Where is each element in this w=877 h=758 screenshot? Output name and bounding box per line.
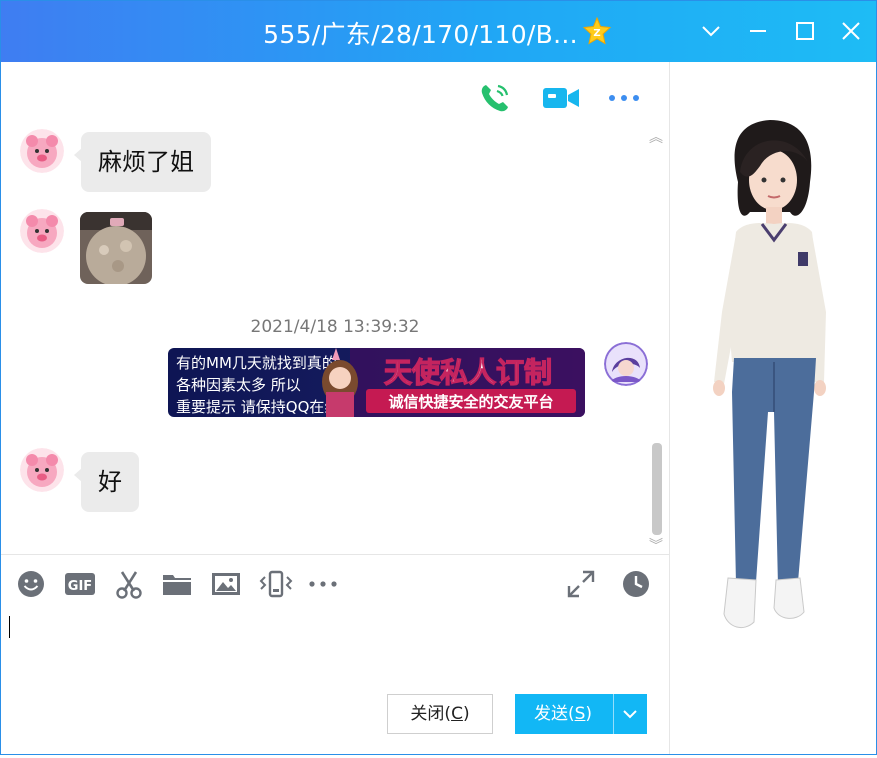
svg-text:GIF: GIF [68,579,92,594]
more-tools-icon[interactable] [308,569,338,599]
send-button[interactable]: 发送(S) [515,694,647,734]
gif-icon[interactable]: GIF [65,569,95,599]
shake-window-icon[interactable] [259,569,293,599]
avatar-other[interactable] [20,209,64,253]
close-button[interactable]: 关闭(C) [387,694,493,734]
image-icon[interactable] [211,569,241,599]
svg-text:Z: Z [593,28,600,39]
photo-thumbnail[interactable] [80,212,152,284]
screenshot-scissors-icon[interactable] [114,569,144,599]
message-timestamp: 2021/4/18 13:39:32 [250,317,420,337]
chat-window: 555/广东/28/170/110/B... Z ︽ 麻烦了姐 2021/4/1… [0,0,877,755]
history-clock-icon[interactable] [621,569,651,599]
svg-text:各种因素太多 所以: 各种因素太多 所以 [176,376,301,394]
svg-text:重要提示 请保持QQ在线: 重要提示 请保持QQ在线 [176,398,339,416]
message-bubble-1[interactable]: 麻烦了姐 [74,132,211,192]
svg-text:有的MM几天就找到真的: 有的MM几天就找到真的 [176,354,337,372]
maximize-button[interactable] [792,18,818,44]
avatar-other[interactable] [20,448,64,492]
scroll-down-arrow[interactable]: ︾ [649,535,663,555]
send-button-label[interactable]: 发送(S) [515,694,611,734]
input-divider [1,554,669,555]
chat-panel: ︽ 麻烦了姐 2021/4/18 13:39:32 有的MM几天就找到真的 各种… [1,62,669,754]
avatar-self[interactable] [604,342,648,386]
avatar-show-panel [670,62,876,754]
voice-call-icon[interactable] [477,80,513,116]
minimize-button[interactable] [745,18,771,44]
scrollbar-thumb[interactable] [652,443,662,535]
dropdown-menu-button[interactable] [698,18,724,44]
message-bubble-4[interactable]: 好 [74,452,139,512]
close-window-button[interactable] [838,18,864,44]
emoji-icon[interactable] [16,569,46,599]
folder-icon[interactable] [162,569,192,599]
video-call-icon[interactable] [542,80,580,116]
title-bar[interactable]: 555/广东/28/170/110/B... Z [1,1,876,62]
scroll-up-arrow[interactable]: ︽ [649,127,663,147]
svg-text:天使私人订制: 天使私人订制 [384,356,552,389]
ad-image-message[interactable]: 有的MM几天就找到真的 各种因素太多 所以 重要提示 请保持QQ在线 天使私人订… [168,348,585,417]
character-figure-image[interactable] [670,62,876,754]
avatar-other[interactable] [20,129,64,173]
vip-star-icon: Z [583,17,611,45]
send-button-separator [613,694,614,734]
message-input-area[interactable] [1,607,669,685]
svg-text:诚信快捷安全的交友平台: 诚信快捷安全的交友平台 [388,393,553,411]
more-options-icon[interactable] [607,80,641,116]
send-options-chevron-icon[interactable] [619,703,641,725]
expand-input-icon[interactable] [566,569,596,599]
